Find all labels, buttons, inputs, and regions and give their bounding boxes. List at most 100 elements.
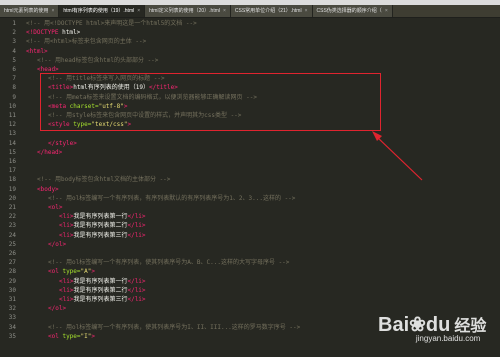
code-token: > [91,268,95,276]
line-number: 22 [8,213,16,221]
editor-tab[interactable]: html有序列表的使用（19）.html × [59,5,146,17]
code-line: 6 <head> [0,65,500,74]
code-line: 10 <meta charset="utf-8"> [0,102,500,111]
code-token: > [123,102,128,110]
code-text: <li>我是有序列表第一行</li> [59,277,146,286]
tab-close-icon[interactable]: × [137,5,140,17]
code-text: <ol> [48,203,62,212]
line-number: 19 [8,185,16,193]
tab-close-icon[interactable]: × [223,5,226,17]
line-number: 8 [12,84,16,92]
code-text: <meta charset="utf-8"> [48,102,128,111]
tab-close-icon[interactable]: × [51,5,54,17]
code-text: <html> [26,47,48,56]
code-token: "utf-8" [98,102,124,110]
tab-close-icon[interactable]: × [305,5,308,17]
code-token: <!DOCTYPE [26,29,59,37]
line-number: 12 [8,121,16,129]
code-line: 24 <li>我是有序列表第三行</li> [0,231,500,240]
editor-tab[interactable]: CSS常用单位介绍（21）.html × [230,5,313,17]
code-token: 我是有序列表第一行 [73,277,128,285]
code-token: type= [58,332,81,340]
code-token: 我是有序列表第二行 [73,222,128,230]
line-number: 17 [8,167,16,175]
code-line: 28 <ol type="A"> [0,267,500,276]
line-number: 4 [12,47,16,55]
code-line: 22 <li>我是有序列表第一行</li> [0,212,500,221]
code-line: 1 <!-- 用<!DOCTYPE html>来声明这是一个html5的文档 --… [0,19,500,28]
line-number: 10 [8,102,16,110]
code-token: 我是有序列表第三行 [73,231,128,239]
code-token: </li> [127,213,146,221]
code-token: <!-- 用body标签包含html文档的主体部分 --> [37,176,171,184]
code-token: <li> [59,286,74,294]
code-token: </li> [127,277,146,285]
code-token: <!-- 用title标签来写入网页的标题 --> [48,75,165,83]
line-number: 3 [12,38,16,46]
code-line: 30 <li>我是有序列表第二行</li> [0,286,500,295]
line-number: 24 [8,231,16,239]
line-number: 30 [8,286,16,294]
code-token: 我是有序列表第一行 [73,213,128,221]
code-token: <!-- 用meta标签来设置文档的编码格式，以便浏览器能够正确解读网页 --> [48,93,257,101]
code-text: <!-- 用<html>标签来包含网页的主体 --> [26,37,146,46]
line-number: 18 [8,176,16,184]
code-line: 7 <!-- 用title标签来写入网页的标题 --> [0,74,500,83]
code-line: 5 <!-- 用head标签包含html的头部部分 --> [0,56,500,65]
line-number: 33 [8,314,16,322]
code-token: "I" [80,332,92,340]
editor-tab[interactable]: html定义列表的使用（20）.html × [145,5,231,17]
tab-label: CSS常用单位介绍（21）.html [234,8,302,14]
code-token: <li> [59,222,74,230]
code-token: </li> [127,286,146,294]
annotation-arrow-icon [372,131,423,181]
code-text: <li>我是有序列表第二行</li> [59,221,146,230]
line-number: 5 [12,56,16,64]
code-token: <head> [37,66,59,73]
line-number: 2 [12,29,16,37]
line-number: 32 [8,305,16,313]
code-token: <li> [59,296,74,303]
code-token: <li> [59,231,74,239]
line-number: 6 [12,66,16,73]
code-token: <!-- 用style标签来包含网页中设置的样式，并声明其为css类型 --> [48,112,242,119]
watermark-suffix: 经验 [454,318,487,335]
code-line: 20 <!-- 用ol标签编写一个有序列表，有序列表默认的有序列表序号为1、2、3… [0,194,500,203]
tab-close-icon[interactable]: × [385,5,388,17]
code-text: <li>我是有序列表第三行</li> [59,231,146,240]
code-token: charset= [66,102,99,110]
editor-tab[interactable]: html元素列表的使用 × [0,5,60,17]
tab-bar: html元素列表的使用 × html有序列表的使用（19）.html × html定义列… [0,5,500,18]
code-line: 21 <ol> [0,203,500,212]
code-editor[interactable]: 1 <!-- 用<!DOCTYPE html>来声明这是一个html5的文档 --… [0,18,500,357]
baidu-jingyan-watermark: Bai❀du 经验 jingyan.baidu.com [378,312,486,343]
code-text: <!-- 用ol标签编写一个有序列表，有序列表默认的有序列表序号为1、2、3..… [48,194,295,203]
code-line: 9 <!-- 用meta标签来设置文档的编码格式，以便浏览器能够正确解读网页 --… [0,93,500,102]
code-text: <!-- 用ol标签编写一个有序列表，使其列表序号为I、II、III...这样的… [48,323,300,332]
code-line: 4 <html> [0,47,500,56]
code-token: type= [58,268,81,276]
line-number: 35 [8,332,16,340]
line-number: 25 [8,240,16,248]
code-token: type= [69,121,92,129]
code-line: 3 <!-- 用<html>标签来包含网页的主体 --> [0,37,500,46]
code-text: <!-- 用meta标签来设置文档的编码格式，以便浏览器能够正确解读网页 --> [48,93,257,102]
code-token: </li> [127,222,146,230]
code-text: </ol> [48,240,66,249]
code-line: 25 </ol> [0,240,500,249]
code-token: > [127,121,132,129]
code-line: 11 <!-- 用style标签来包含网页中设置的样式，并声明其为css类型 --… [0,111,500,120]
code-text: </ol> [48,304,66,313]
editor-tab[interactable]: CSS伪类选择器的顺序介绍（ × [312,5,393,17]
code-token: <!-- 用ol标签编写一个有序列表，使其列表序号为I、II、III...这样的… [48,323,301,331]
code-token: "A" [80,268,92,276]
code-line: 23 <li>我是有序列表第二行</li> [0,221,500,230]
code-text: <!-- 用title标签来写入网页的标题 --> [48,74,165,83]
code-token: </style> [48,139,77,147]
code-text: <li>我是有序列表第三行</li> [59,295,146,304]
line-number: 14 [8,139,16,147]
code-token: <!-- 用ol标签编写一个有序列表，有序列表默认的有序列表序号为1、2、3..… [48,194,296,202]
code-text: <!-- 用<!DOCTYPE html>来声明这是一个html5的文档 --> [26,19,197,28]
code-line: 2 <!DOCTYPE html> [0,28,500,37]
code-text: </head> [37,148,62,157]
